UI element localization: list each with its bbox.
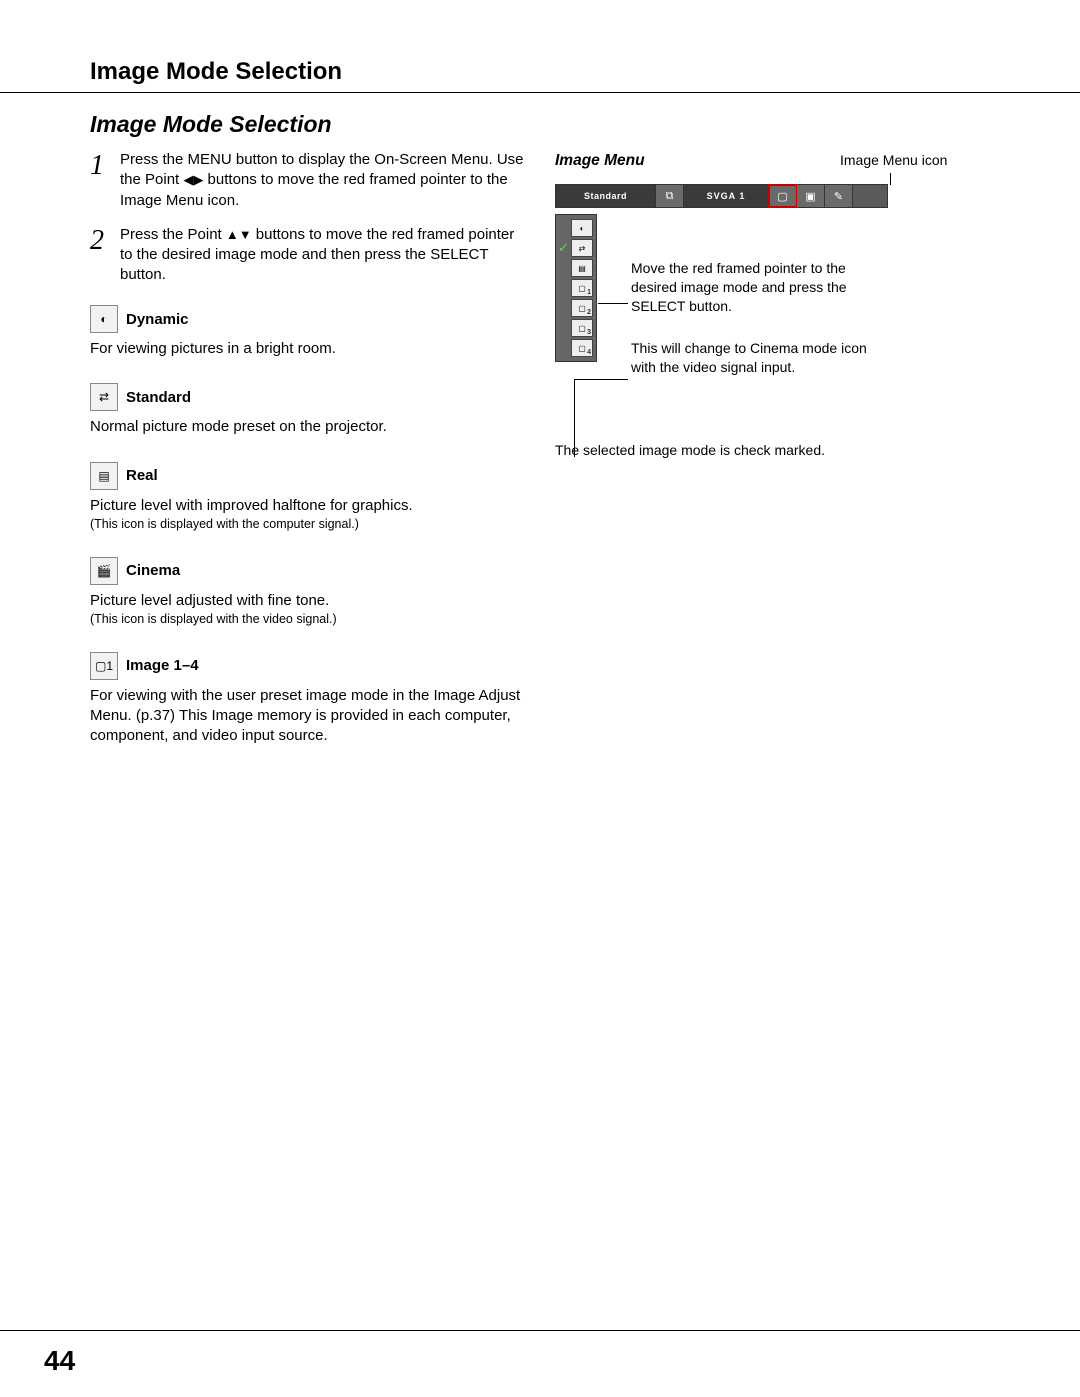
page-header: Image Mode Selection xyxy=(90,58,1080,86)
point-up-down-icon: ▲▼ xyxy=(226,227,252,242)
menu-side-column: ✓ ◐ ⇄ ▤ ▢ ▢ ▢ ▢ xyxy=(555,214,597,362)
mode-dynamic: ◐ Dynamic For viewing pictures in a brig… xyxy=(90,305,530,359)
point-left-right-icon: ◀▶ xyxy=(183,172,203,187)
menu-bar-icon: ✎ xyxy=(825,185,853,207)
menu-item-standard: ⇄ xyxy=(571,239,593,257)
step-number: 2 xyxy=(90,225,120,286)
cinema-icon: 🎬 xyxy=(90,557,118,585)
mode-label: Dynamic xyxy=(126,311,189,328)
menu-bar-icon: ▣ xyxy=(797,185,825,207)
step-2: 2 Press the Point ▲▼ buttons to move the… xyxy=(90,225,530,286)
page-number: 44 xyxy=(44,1345,75,1377)
mode-desc: For viewing pictures in a bright room. xyxy=(90,339,530,359)
mode-desc: Picture level with improved halftone for… xyxy=(90,496,530,516)
check-mark-icon: ✓ xyxy=(558,240,569,256)
image-menu-diagram: Image Menu Image Menu icon Standard ⧉ SV… xyxy=(555,152,985,170)
menu-mode-name: Standard xyxy=(556,185,656,207)
mode-note: (This icon is displayed with the video s… xyxy=(90,611,530,628)
mode-label: Real xyxy=(126,467,158,484)
menu-top-bar: Standard ⧉ SVGA 1 ▢ ▣ ✎ xyxy=(555,184,888,208)
mode-real: ▤ Real Picture level with improved halft… xyxy=(90,462,530,533)
footer-rule xyxy=(0,1330,1080,1331)
mode-image-1-4: ▢1 Image 1–4 For viewing with the user p… xyxy=(90,652,530,747)
step-text-a: Press the Point xyxy=(120,226,226,243)
annotation-pointer: Move the red framed pointer to the desir… xyxy=(631,259,881,316)
menu-item-image-1: ▢ xyxy=(571,279,593,297)
header-rule xyxy=(0,92,1080,93)
modes-list: ◐ Dynamic For viewing pictures in a brig… xyxy=(90,305,530,771)
mode-label: Image 1–4 xyxy=(126,657,199,674)
mode-desc: Normal picture mode preset on the projec… xyxy=(90,417,530,437)
step-text: Press the MENU button to display the On-… xyxy=(120,150,530,211)
menu-item-image-4: ▢ xyxy=(571,339,593,357)
mode-label: Standard xyxy=(126,389,191,406)
menu-item-real: ▤ xyxy=(571,259,593,277)
menu-item-image-3: ▢ xyxy=(571,319,593,337)
steps-list: 1 Press the MENU button to display the O… xyxy=(90,150,530,300)
menu-item-image-2: ▢ xyxy=(571,299,593,317)
mode-desc: For viewing with the user preset image m… xyxy=(90,686,530,747)
menu-screenshot: Standard ⧉ SVGA 1 ▢ ▣ ✎ ✓ ◐ ⇄ ▤ ▢ ▢ ▢ ▢ … xyxy=(555,184,888,362)
leader-line xyxy=(598,303,628,304)
menu-bar-icon: ⧉ xyxy=(656,185,684,207)
mode-note: (This icon is displayed with the compute… xyxy=(90,516,530,533)
leader-line xyxy=(574,379,628,380)
image1-icon: ▢1 xyxy=(90,652,118,680)
image-menu-icon-label: Image Menu icon xyxy=(840,152,947,168)
image-menu-icon: ▢ xyxy=(769,185,797,207)
step-number: 1 xyxy=(90,150,120,211)
step-1: 1 Press the MENU button to display the O… xyxy=(90,150,530,211)
annotation-cinema: This will change to Cinema mode icon wit… xyxy=(631,339,891,377)
step-text: Press the Point ▲▼ buttons to move the r… xyxy=(120,225,530,286)
real-icon: ▤ xyxy=(90,462,118,490)
dynamic-icon: ◐ xyxy=(90,305,118,333)
standard-icon: ⇄ xyxy=(90,383,118,411)
mode-cinema: 🎬 Cinema Picture level adjusted with fin… xyxy=(90,557,530,628)
section-title: Image Mode Selection xyxy=(90,111,332,138)
diagram-caption: The selected image mode is check marked. xyxy=(555,442,825,458)
mode-standard: ⇄ Standard Normal picture mode preset on… xyxy=(90,383,530,437)
menu-signal-name: SVGA 1 xyxy=(684,185,769,207)
menu-item-dynamic: ◐ xyxy=(571,219,593,237)
leader-line xyxy=(890,173,891,185)
mode-label: Cinema xyxy=(126,562,180,579)
mode-desc: Picture level adjusted with fine tone. xyxy=(90,591,530,611)
